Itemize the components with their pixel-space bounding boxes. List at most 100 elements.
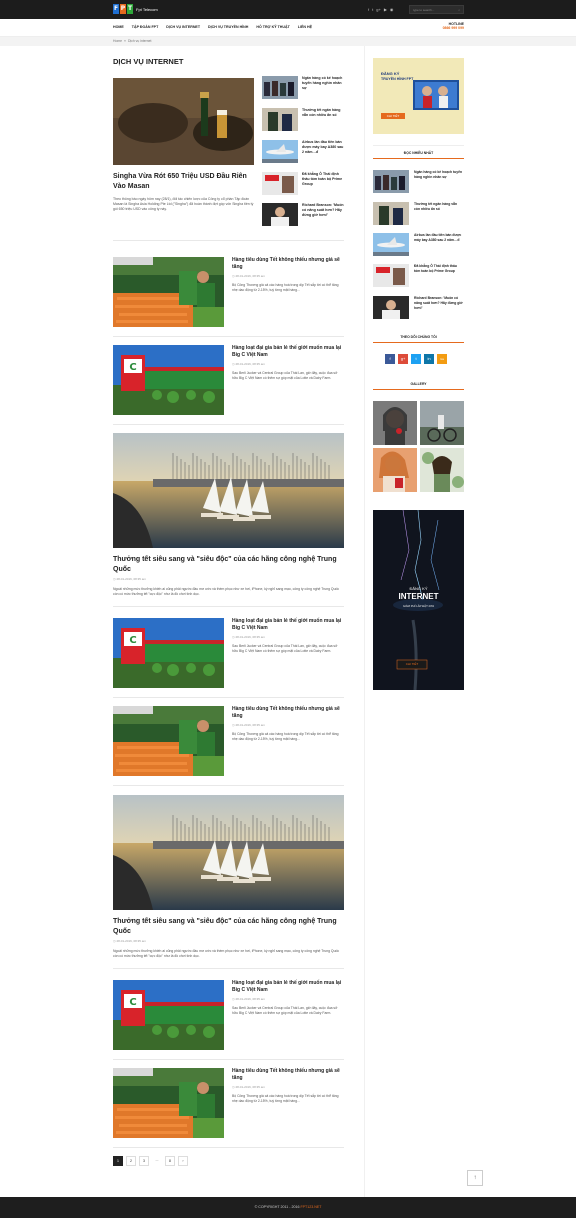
post-image[interactable] <box>113 257 224 327</box>
column-divider <box>364 46 365 1197</box>
thumb-image[interactable] <box>262 76 298 99</box>
youtube-icon[interactable]: ▶ <box>384 7 387 12</box>
popular-thumb[interactable] <box>373 202 409 225</box>
arrow-up-icon: ↑ <box>473 1175 477 1181</box>
linkedin-icon[interactable]: in <box>424 354 434 364</box>
popular-thumb[interactable] <box>373 170 409 193</box>
internet-banner-line2: INTERNET <box>398 592 439 601</box>
google-plus-icon[interactable]: g+ <box>398 354 408 364</box>
top-bar: F P T Fpt Telecom f t g+ ▶ ◉ type to sea… <box>0 0 576 19</box>
internet-banner[interactable]: ĐĂNG KÝ INTERNET GIẢM PHÍ LẮP ĐẶT 20% CH… <box>373 510 464 690</box>
post-image[interactable]: C <box>113 345 224 415</box>
nav-item-support[interactable]: HỖ TRỢ KỸ THUẬT <box>256 25 289 29</box>
post-title[interactable]: Hàng tiêu dùng Tết không thiếu nhưng giá… <box>232 257 344 271</box>
svg-text:C: C <box>129 635 136 646</box>
nav-item-home[interactable]: HOME <box>113 25 124 29</box>
popular-thumb[interactable] <box>373 264 409 287</box>
breadcrumb-home[interactable]: Home <box>113 39 122 43</box>
search-input[interactable]: type to search... ⌕ <box>409 5 464 14</box>
popular-title[interactable]: Ngân hàng có kế hoạch tuyển hàng nghìn n… <box>414 170 464 180</box>
post-image[interactable] <box>113 795 344 910</box>
search-placeholder: type to search... <box>413 8 435 12</box>
post-image[interactable] <box>113 706 224 776</box>
divider <box>113 1147 344 1148</box>
page-link[interactable]: 3 <box>139 1156 149 1166</box>
post-image[interactable] <box>113 1068 224 1138</box>
back-to-top-button[interactable]: ↑ <box>467 1170 483 1186</box>
page-link[interactable]: 2 <box>126 1156 136 1166</box>
gallery-image[interactable] <box>373 448 417 492</box>
post-date: ◷ 28-01-2016, 08:35 am <box>232 723 265 727</box>
post-image[interactable]: C <box>113 618 224 688</box>
logo-letter: T <box>127 4 133 14</box>
popular-thumb[interactable] <box>373 233 409 256</box>
divider <box>373 145 464 146</box>
page-link[interactable]: 8 <box>165 1156 175 1166</box>
instagram-icon[interactable]: ◉ <box>390 7 394 12</box>
internet-banner-button[interactable]: CHI TIẾT <box>397 660 427 669</box>
post-title[interactable]: Hàng tiêu dùng Tết không thiếu nhưng giá… <box>232 706 344 720</box>
main-nav: HOME TẬP ĐOÀN FPT DỊCH VỤ INTERNET DỊCH … <box>0 19 576 37</box>
next-page-button[interactable]: › <box>178 1156 188 1166</box>
post-excerpt: Sau Berli Jucker và Central Group của Th… <box>232 371 338 381</box>
popular-thumb[interactable] <box>373 296 409 319</box>
popular-title[interactable]: Đã khẳng Ô Thái định thâu tóm toàn bộ Pr… <box>414 264 464 274</box>
heading-underline <box>373 158 464 159</box>
hotline-number[interactable]: 0866 999 099 <box>438 26 464 30</box>
featured-side-title[interactable]: Richard Branson: 'Muốn có năng suất hơn?… <box>302 203 346 218</box>
thumb-image[interactable] <box>262 108 298 131</box>
post-image[interactable]: C <box>113 980 224 1050</box>
twitter-icon[interactable]: t <box>372 7 373 12</box>
thumb-image[interactable] <box>262 203 298 226</box>
popular-title[interactable]: Richard Branson: 'Muốn có năng suất hơn?… <box>414 296 464 310</box>
tv-banner-line1: ĐĂNG KÝ <box>381 71 400 76</box>
tv-banner-button[interactable]: CHI TIẾT <box>381 113 405 119</box>
tv-banner[interactable]: ĐĂNG KÝ TRUYỀN HÌNH FPT CHI TIẾT <box>373 58 464 134</box>
featured-side-title[interactable]: Đã khẳng Ô Thái định thâu tóm toàn bộ Pr… <box>302 172 346 187</box>
divider <box>113 785 344 786</box>
thumb-image[interactable] <box>262 140 298 163</box>
page-ellipsis: ... <box>155 1158 159 1162</box>
facebook-icon[interactable]: f <box>368 7 369 12</box>
tv-banner-line2: TRUYỀN HÌNH FPT <box>381 77 414 81</box>
post-image[interactable] <box>113 433 344 548</box>
nav-item-fpt-group[interactable]: TẬP ĐOÀN FPT <box>132 25 159 29</box>
featured-side-title[interactable]: Thưởng tết ngân hàng vẫn còn nhiều ẩn số <box>302 108 346 118</box>
page-link[interactable]: 1 <box>113 1156 123 1166</box>
twitter-icon[interactable]: t <box>411 354 421 364</box>
post-title[interactable]: Hàng tiêu dùng Tết không thiếu nhưng giá… <box>232 1068 344 1082</box>
post-title[interactable]: Hàng loạt đại gia bán lẻ thế giới muốn m… <box>232 980 344 994</box>
popular-title[interactable]: Thưởng tết ngân hàng vẫn còn nhiều ẩn số <box>414 202 464 212</box>
google-plus-icon[interactable]: g+ <box>376 7 381 12</box>
gallery-image[interactable] <box>420 448 464 492</box>
follow-heading: THEO DÕI CHÚNG TÔI <box>400 335 437 339</box>
popular-title[interactable]: Airbus lần đầu tiên bán được máy bay A38… <box>414 233 464 243</box>
post-title[interactable]: Thưởng tết siêu sang và "siêu độc" của c… <box>113 555 344 575</box>
nav-item-tv[interactable]: DỊCH VỤ TRUYỀN HÌNH <box>208 25 248 29</box>
gallery-image[interactable] <box>420 401 464 445</box>
post-excerpt: Bộ Công Thương giá cả các hàng hoá trong… <box>232 1094 339 1104</box>
gallery-heading: GALLERY <box>410 382 427 386</box>
site-logo[interactable]: F P T Fpt Telecom <box>113 4 158 14</box>
post-title[interactable]: Hàng loạt đại gia bán lẻ thế giới muốn m… <box>232 345 344 359</box>
search-icon[interactable]: ⌕ <box>458 8 460 12</box>
post-date: ◷ 28-01-2016, 08:35 am <box>232 274 265 278</box>
thumb-image[interactable] <box>262 172 298 195</box>
nav-item-contact[interactable]: LIÊN HỆ <box>298 25 312 29</box>
post-excerpt: Ngoài những mức thưởng khiến ai cũng phả… <box>113 587 340 597</box>
footer-brand-link[interactable]: FPT123.NET <box>300 1205 321 1209</box>
rss-icon[interactable]: rss <box>437 354 447 364</box>
post-excerpt: Sau Berli Jucker và Central Group của Th… <box>232 1006 338 1016</box>
post-title[interactable]: Hàng loạt đại gia bán lẻ thế giới muốn m… <box>232 618 344 632</box>
featured-side-title[interactable]: Airbus lần đầu tiên bán được máy bay A38… <box>302 140 346 155</box>
breadcrumb-bar: Home » Dịch vụ internet <box>0 37 576 46</box>
featured-image[interactable] <box>113 78 254 165</box>
featured-side-title[interactable]: Ngân hàng có kế hoạch tuyển hàng nghìn n… <box>302 76 346 91</box>
svg-text:C: C <box>129 362 136 373</box>
divider <box>113 240 344 241</box>
featured-title[interactable]: Singha Vừa Rót 650 Triệu USD Đầu Riên Và… <box>113 172 254 192</box>
facebook-icon[interactable]: f <box>385 354 395 364</box>
nav-item-internet[interactable]: DỊCH VỤ INTERNET <box>166 25 200 29</box>
post-title[interactable]: Thưởng tết siêu sang và "siêu độc" của c… <box>113 917 344 937</box>
gallery-image[interactable] <box>373 401 417 445</box>
